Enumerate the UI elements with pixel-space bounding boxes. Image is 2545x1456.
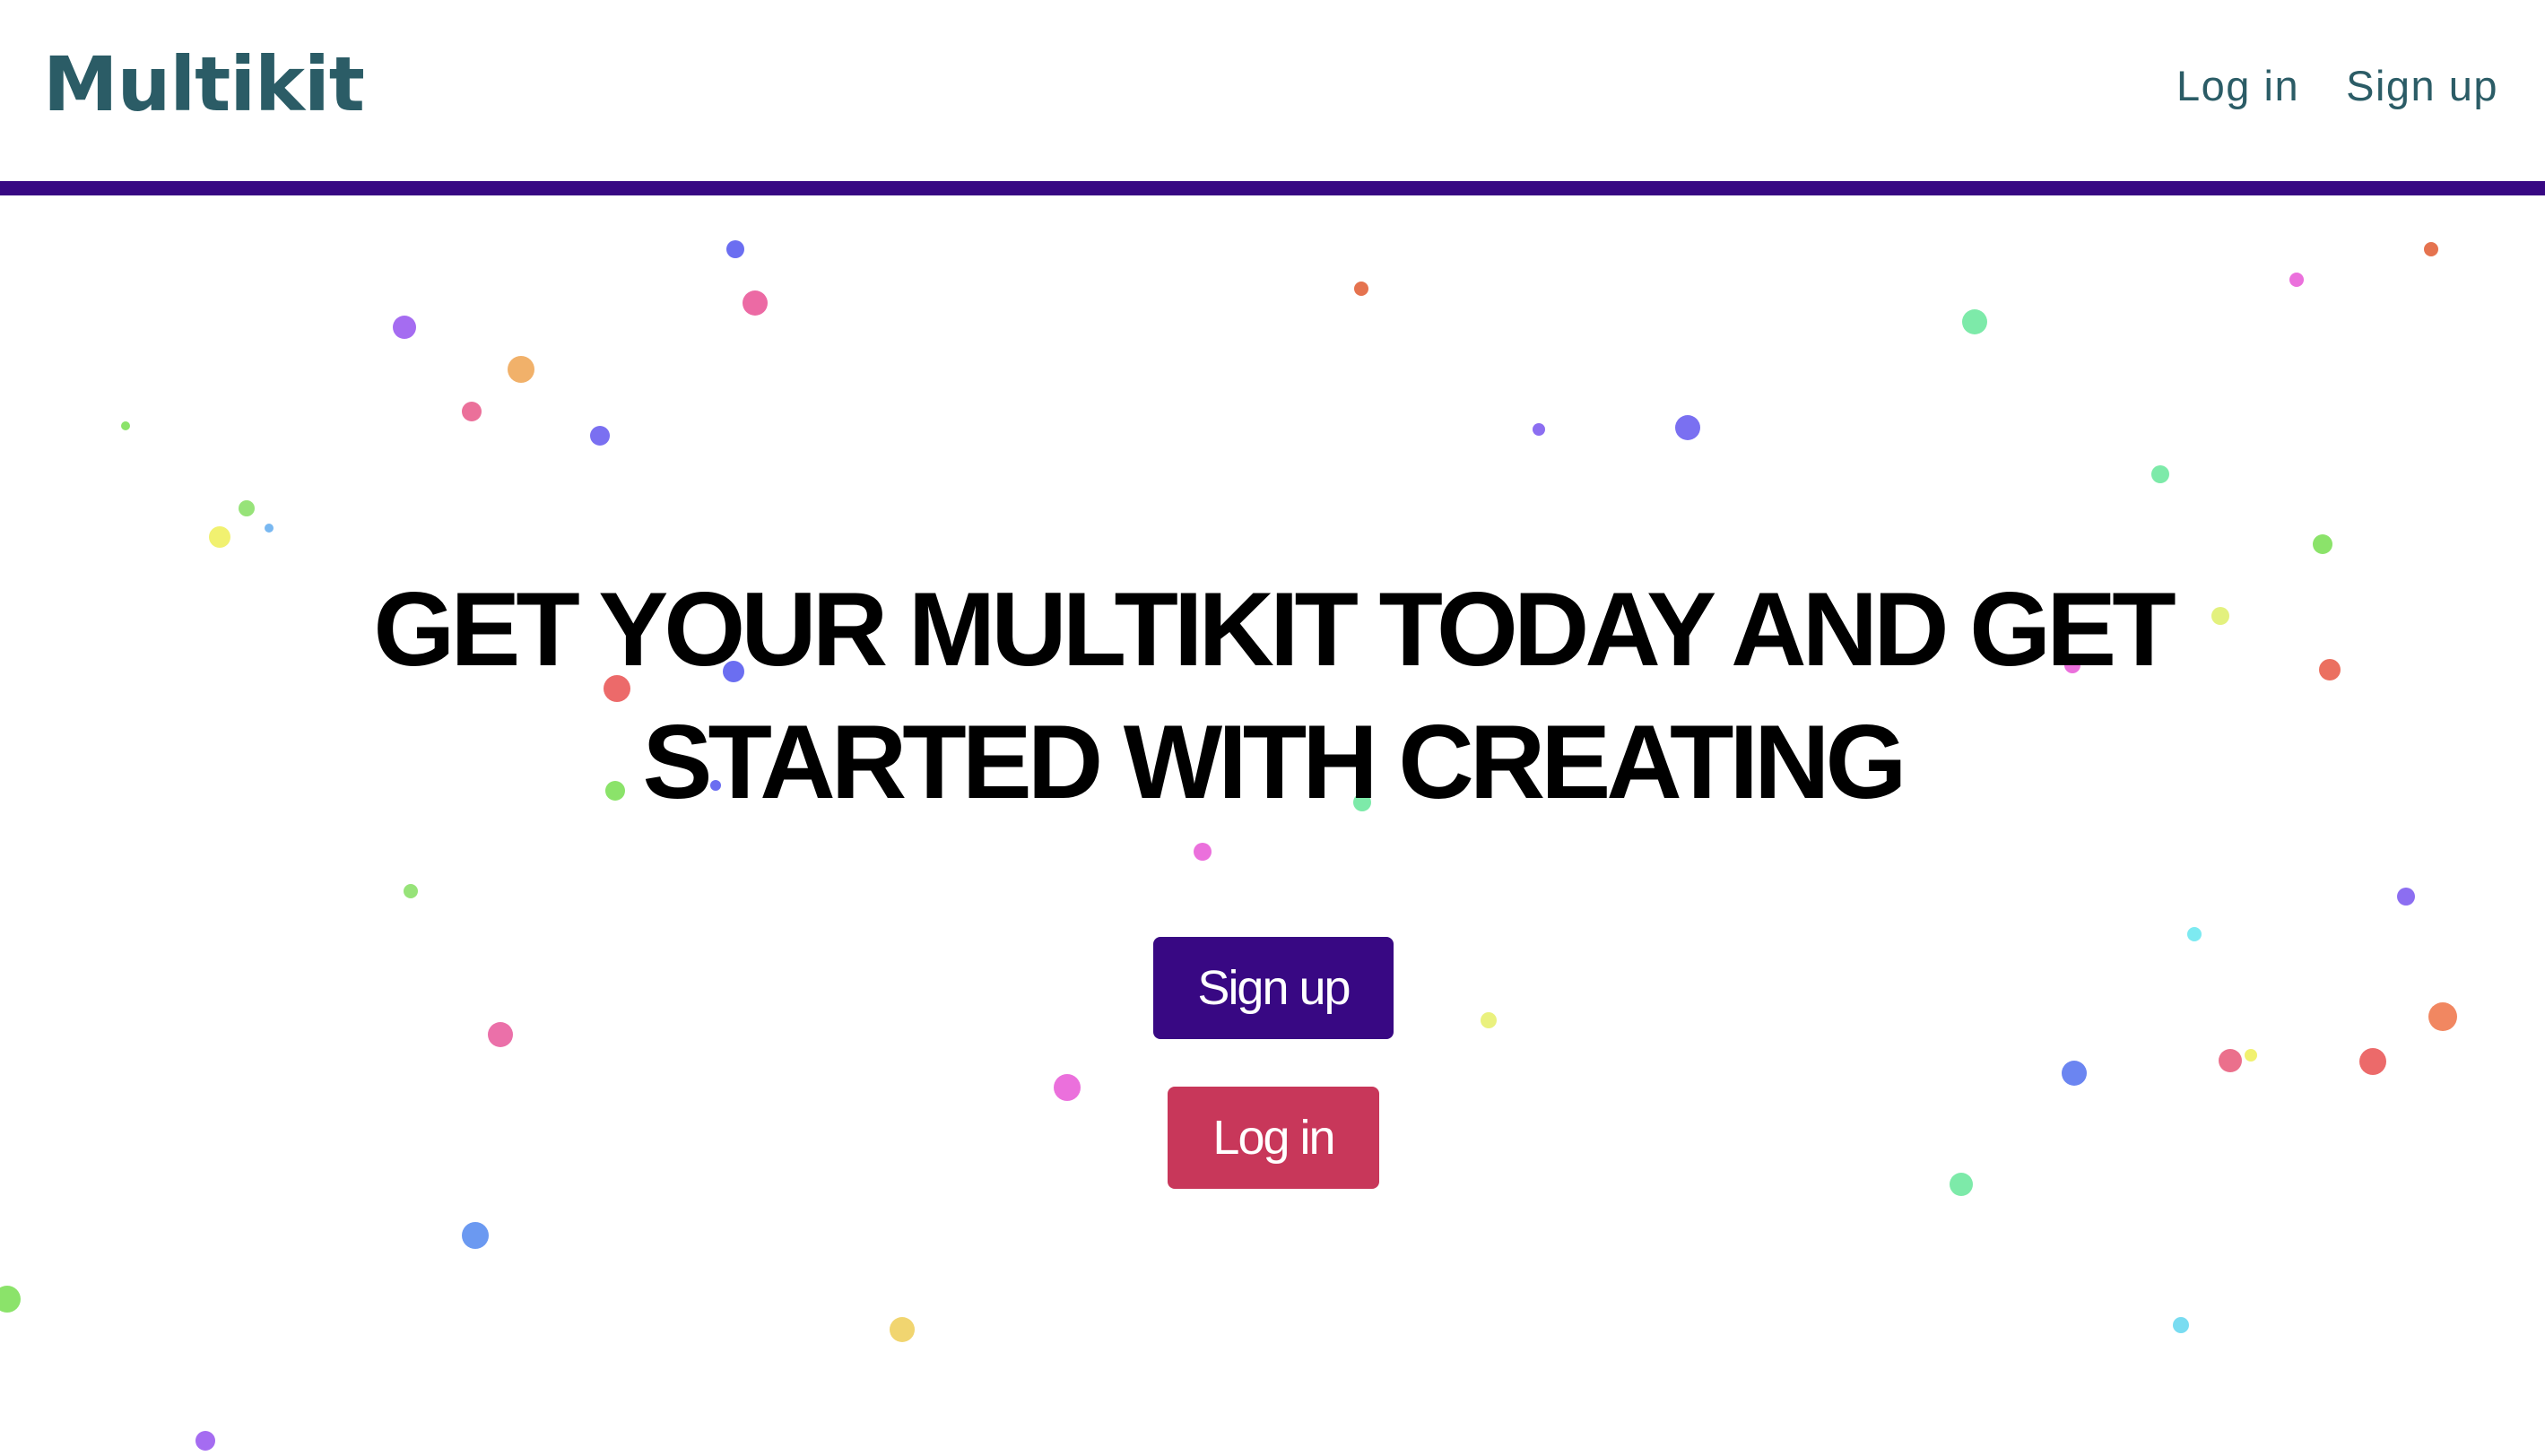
confetti-dot: [404, 884, 418, 898]
top-nav: Log in Sign up: [2176, 65, 2498, 107]
confetti-dot: [2062, 1061, 2087, 1086]
confetti-dot: [890, 1317, 915, 1342]
confetti-dot: [1675, 415, 1700, 440]
confetti-dot: [2151, 465, 2169, 483]
confetti-dot: [508, 356, 534, 383]
confetti-dot: [1194, 843, 1212, 861]
confetti-dot: [2313, 534, 2332, 554]
logo[interactable]: Multikit: [43, 47, 365, 122]
confetti-dot: [195, 1431, 215, 1451]
nav-login-link[interactable]: Log in: [2176, 65, 2299, 107]
confetti-dot: [121, 421, 130, 430]
hero-headline: GET YOUR MULTIKIT TODAY AND GET STARTED …: [373, 570, 2176, 820]
confetti-dot: [2245, 1049, 2257, 1062]
nav-signup-link[interactable]: Sign up: [2346, 65, 2498, 107]
confetti-dot: [239, 500, 255, 516]
confetti-dot: [1533, 423, 1545, 436]
header-divider: [0, 181, 2545, 195]
confetti-dot: [488, 1022, 513, 1047]
confetti-dot: [0, 1286, 21, 1313]
confetti-dot: [393, 316, 416, 339]
confetti-dot: [2424, 242, 2438, 256]
confetti-dot: [1950, 1173, 1973, 1196]
confetti-dot: [462, 1222, 489, 1249]
hero-section: GET YOUR MULTIKIT TODAY AND GET STARTED …: [0, 195, 2545, 1456]
confetti-dot: [209, 526, 230, 548]
confetti-dot: [462, 402, 482, 421]
login-button[interactable]: Log in: [1168, 1087, 1379, 1189]
confetti-dot: [2359, 1048, 2386, 1075]
confetti-dot: [1481, 1012, 1497, 1028]
confetti-dot: [2187, 927, 2202, 941]
confetti-dot: [2173, 1317, 2189, 1333]
site-header: Multikit Log in Sign up: [0, 0, 2545, 181]
confetti-dot: [2219, 1049, 2242, 1072]
confetti-dot: [590, 426, 610, 446]
confetti-dot: [726, 240, 744, 258]
confetti-dot: [1962, 309, 1987, 334]
confetti-dot: [743, 290, 768, 316]
confetti-dot: [1054, 1074, 1081, 1101]
confetti-dot: [2428, 1002, 2457, 1031]
confetti-dot: [2397, 888, 2415, 906]
signup-button[interactable]: Sign up: [1153, 937, 1394, 1039]
confetti-dot: [2211, 607, 2229, 625]
confetti-dot: [265, 524, 274, 533]
confetti-dot: [2289, 273, 2304, 287]
confetti-dot: [2319, 659, 2341, 680]
confetti-dot: [1354, 282, 1368, 296]
